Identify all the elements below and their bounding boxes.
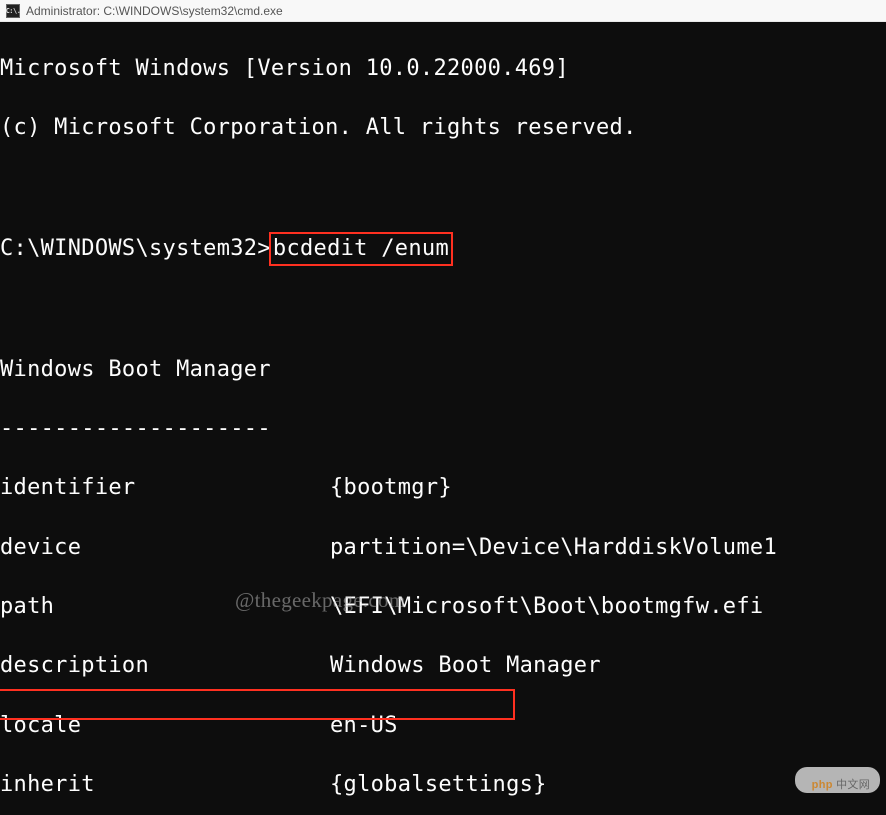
entry-row: descriptionWindows Boot Manager xyxy=(0,651,886,681)
prompt-line: C:\WINDOWS\system32>bcdedit /enum xyxy=(0,232,886,266)
section-divider: -------------------- xyxy=(0,414,886,444)
section-header: Windows Boot Manager xyxy=(0,355,886,385)
entry-row: identifier{bootmgr} xyxy=(0,473,886,503)
entry-row: inherit{globalsettings} xyxy=(0,770,886,800)
terminal-output[interactable]: Microsoft Windows [Version 10.0.22000.46… xyxy=(0,22,886,815)
banner-copyright: (c) Microsoft Corporation. All rights re… xyxy=(0,113,886,143)
entry-row: localeen-US xyxy=(0,711,886,741)
window-title: Administrator: C:\WINDOWS\system32\cmd.e… xyxy=(26,4,283,18)
window-titlebar: C:\. Administrator: C:\WINDOWS\system32\… xyxy=(0,0,886,22)
command-highlight: bcdedit /enum xyxy=(269,232,453,266)
banner-version: Microsoft Windows [Version 10.0.22000.46… xyxy=(0,54,886,84)
cmd-icon: C:\. xyxy=(6,4,20,18)
prompt-prefix: C:\WINDOWS\system32> xyxy=(0,236,271,261)
entry-row: path\EFI\Microsoft\Boot\bootmgfw.efi xyxy=(0,592,886,622)
source-badge: php 中文网 xyxy=(795,767,880,793)
entry-row: devicepartition=\Device\HarddiskVolume1 xyxy=(0,533,886,563)
